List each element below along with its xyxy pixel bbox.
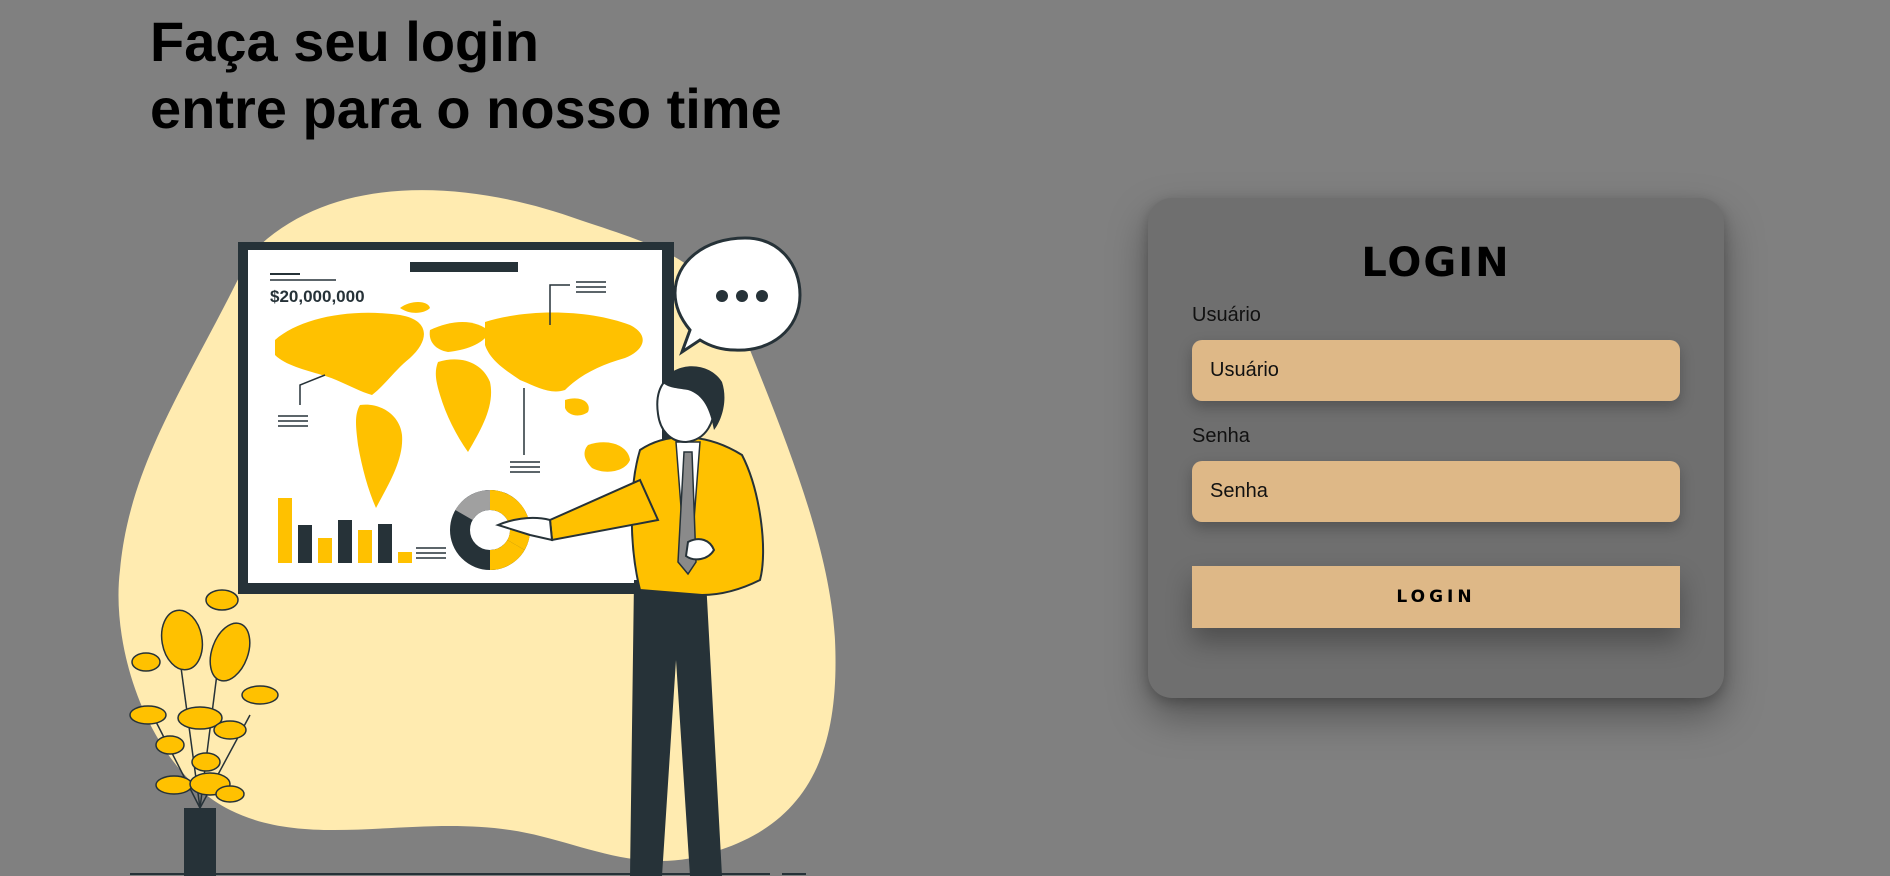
login-card: LOGIN Usuário Senha LOGIN (1148, 198, 1724, 698)
speech-bubble-icon (673, 236, 802, 356)
login-title: LOGIN (1361, 240, 1511, 286)
password-label: Senha (1192, 425, 1250, 447)
login-page: Faça seu login entre para o nosso time $… (0, 0, 1890, 876)
password-input[interactable] (1192, 461, 1680, 522)
username-input[interactable] (1192, 340, 1680, 401)
presentation-illustration: $20,000,000 (118, 190, 836, 876)
whiteboard-header-bar (410, 262, 518, 272)
login-button[interactable]: LOGIN (1192, 566, 1680, 628)
board-amount-text: $20,000,000 (270, 287, 365, 306)
username-label: Usuário (1192, 304, 1261, 326)
page-headline: Faça seu login entre para o nosso time (150, 8, 782, 142)
headline-line-1: Faça seu login (150, 10, 539, 73)
headline-line-2: entre para o nosso time (150, 77, 782, 140)
